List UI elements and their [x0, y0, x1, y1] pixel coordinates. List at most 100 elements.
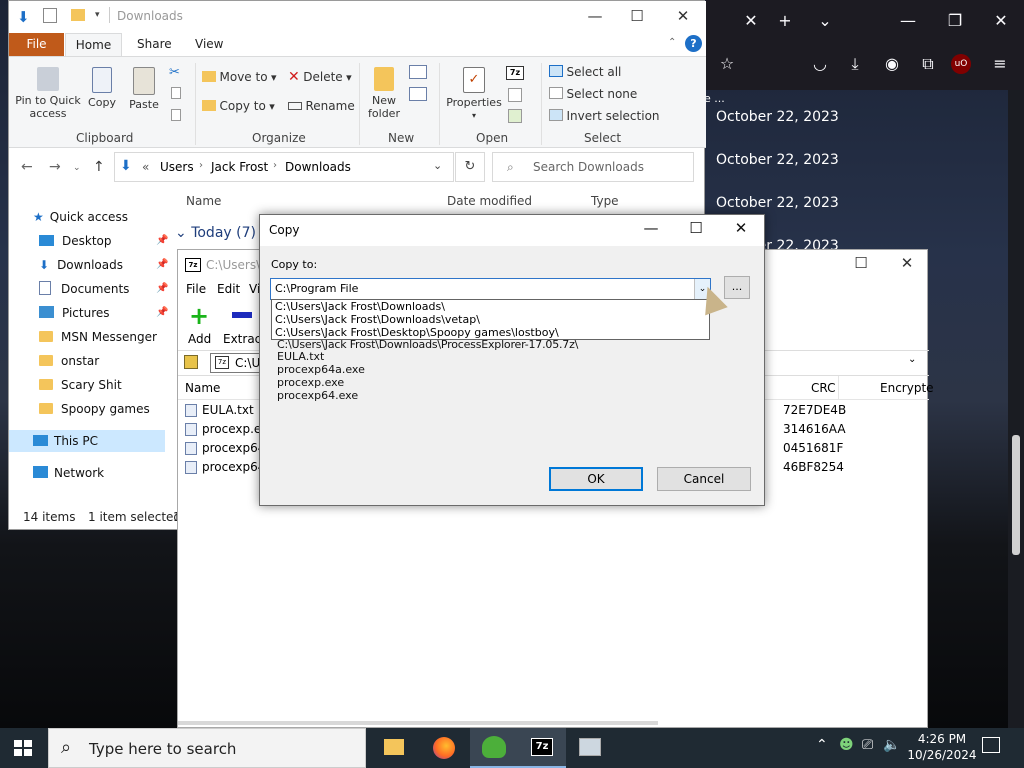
extensions-icon[interactable]: ⧉ — [915, 51, 941, 77]
sidebar-item-network[interactable]: Network — [33, 462, 104, 484]
ok-button[interactable]: OK — [549, 467, 643, 491]
menu-file[interactable]: File — [186, 282, 206, 296]
select-all-button[interactable]: Select all — [549, 65, 621, 79]
menu-icon[interactable]: ≡ — [987, 51, 1013, 77]
close-window-icon[interactable]: ✕ — [986, 6, 1016, 36]
tab-file[interactable]: File — [9, 33, 64, 56]
up-arrow-icon[interactable]: ↑ — [93, 159, 105, 175]
up-folder-icon[interactable] — [184, 355, 198, 369]
add-button[interactable]: Add — [188, 332, 211, 346]
taskbar-msn[interactable] — [470, 728, 518, 768]
pocket-icon[interactable]: ◡ — [807, 51, 833, 77]
pin-icon[interactable]: 📌 — [156, 259, 168, 270]
clock[interactable]: 4:26 PM 10/26/2024 — [900, 731, 984, 763]
new-tab-icon[interactable]: + — [770, 6, 800, 36]
back-arrow-icon[interactable]: ← — [21, 159, 33, 175]
tab-list-icon[interactable]: ⌄ — [810, 6, 840, 36]
pin-icon[interactable]: 📌 — [156, 283, 168, 294]
copy-path-icon[interactable] — [171, 87, 181, 99]
destination-input[interactable]: C:\Program File — [275, 282, 358, 295]
sidebar-item-spoopy-games[interactable]: Spoopy games — [39, 398, 150, 420]
page-scrollbar[interactable] — [1008, 90, 1024, 728]
new-folder-button[interactable]: New folder — [367, 67, 401, 120]
destination-combobox[interactable]: C:\Program File ⌄ — [270, 278, 711, 300]
bookmark-star-icon[interactable]: ☆ — [714, 51, 740, 77]
scrollbar-thumb[interactable] — [1012, 435, 1020, 555]
sidebar-item-this-pc[interactable]: This PC — [9, 430, 165, 452]
taskbar-7zip[interactable]: 7z — [518, 728, 566, 768]
copy-to-button[interactable]: Copy to ▾ — [202, 100, 275, 113]
recent-locations-icon[interactable]: ⌄ — [73, 163, 81, 173]
address-bar[interactable]: ⬇ « Users › Jack Frost › Downloads ⌄ — [114, 152, 454, 182]
sidebar-item-desktop[interactable]: Desktop — [39, 230, 112, 252]
minimize-icon[interactable]: — — [893, 6, 923, 36]
collapse-ribbon-icon[interactable]: ⌃ — [668, 37, 676, 48]
ublock-icon[interactable]: uO — [951, 54, 971, 74]
copy-button[interactable]: Copy — [87, 67, 117, 109]
path-dropdown-icon[interactable]: ⌄ — [908, 354, 916, 365]
edit-icon[interactable] — [508, 88, 522, 102]
dropdown-option[interactable]: C:\Users\Jack Frost\Downloads\ — [275, 300, 445, 313]
download-icon[interactable]: ⤓ — [842, 51, 868, 77]
folder-quick-icon[interactable] — [71, 9, 85, 21]
pin-icon[interactable]: 📌 — [156, 307, 168, 318]
menu-edit[interactable]: Edit — [217, 282, 240, 296]
sidebar-item-quick-access[interactable]: ★ Quick access — [33, 206, 128, 228]
volume-tray-icon[interactable]: 🔈 — [883, 737, 900, 753]
sidebar-item-pictures[interactable]: Pictures — [39, 302, 110, 324]
sidebar-item-onstar[interactable]: onstar — [39, 350, 99, 372]
address-dropdown-icon[interactable]: ⌄ — [433, 159, 442, 172]
windows-start-icon[interactable] — [14, 740, 32, 756]
search-box[interactable]: ⌕ Search Downloads — [492, 152, 694, 182]
column-date-modified[interactable]: Date modified — [447, 194, 532, 208]
add-icon[interactable]: + — [189, 304, 209, 328]
close-tab-icon[interactable]: ✕ — [736, 6, 766, 36]
minimize-button[interactable]: — — [575, 7, 615, 25]
new-item-icon[interactable] — [409, 65, 427, 79]
column-crc[interactable]: CRC — [811, 381, 836, 395]
tab-share[interactable]: Share — [137, 37, 172, 51]
extract-icon[interactable] — [232, 312, 252, 318]
msn-tray-icon[interactable]: ☻ — [839, 737, 854, 753]
easy-access-icon[interactable] — [409, 87, 427, 101]
history-icon[interactable] — [508, 109, 522, 123]
maximize-button[interactable]: ☐ — [841, 254, 881, 272]
select-none-button[interactable]: Select none — [549, 87, 637, 101]
pin-quick-access-button[interactable]: Pin to Quick access — [15, 67, 81, 120]
help-icon[interactable]: ? — [685, 35, 702, 52]
cut-icon[interactable]: ✂ — [169, 65, 180, 80]
column-name[interactable]: Name — [185, 381, 220, 395]
forward-arrow-icon[interactable]: → — [49, 159, 61, 175]
breadcrumb-jack-frost[interactable]: Jack Frost — [211, 160, 268, 174]
properties-quick-icon[interactable] — [43, 8, 57, 23]
maximize-button[interactable]: ☐ — [617, 7, 657, 25]
invert-selection-button[interactable]: Invert selection — [549, 109, 660, 123]
notification-icon[interactable] — [982, 737, 1000, 753]
minimize-button[interactable]: — — [636, 219, 666, 243]
taskbar-firefox[interactable] — [420, 728, 468, 768]
sidebar-item-scary-shit[interactable]: Scary Shit — [39, 374, 122, 396]
cancel-button[interactable]: Cancel — [657, 467, 751, 491]
column-type[interactable]: Type — [591, 194, 619, 208]
restore-icon[interactable]: ❐ — [940, 6, 970, 36]
delete-button[interactable]: ✕ Delete ▾ — [288, 70, 352, 84]
column-name[interactable]: Name — [186, 194, 221, 208]
tab-view[interactable]: View — [195, 37, 223, 51]
refresh-button[interactable]: ↻ — [455, 152, 485, 182]
close-button[interactable]: ✕ — [887, 254, 927, 272]
rename-button[interactable]: Rename — [288, 100, 355, 113]
browse-button[interactable]: ... — [724, 276, 750, 299]
paste-shortcut-icon[interactable] — [171, 109, 181, 121]
taskbar-search[interactable]: ⌕ Type here to search — [48, 728, 366, 768]
paste-button[interactable]: Paste — [127, 67, 161, 111]
account-icon[interactable]: ◉ — [879, 51, 905, 77]
close-button[interactable]: ✕ — [663, 7, 703, 25]
tab-home[interactable]: Home — [65, 33, 122, 57]
sidebar-item-msn-messenger[interactable]: MSN Messenger — [39, 326, 157, 348]
close-button[interactable]: ✕ — [726, 219, 756, 243]
horizontal-scrollbar[interactable] — [178, 721, 658, 725]
quick-access-dropdown-icon[interactable]: ▾ — [95, 10, 100, 20]
dropdown-option[interactable]: C:\Users\Jack Frost\Desktop\Spoopy games… — [275, 326, 559, 339]
pin-icon[interactable]: 📌 — [156, 235, 168, 246]
open-7zip-icon[interactable]: 7z — [506, 66, 524, 80]
